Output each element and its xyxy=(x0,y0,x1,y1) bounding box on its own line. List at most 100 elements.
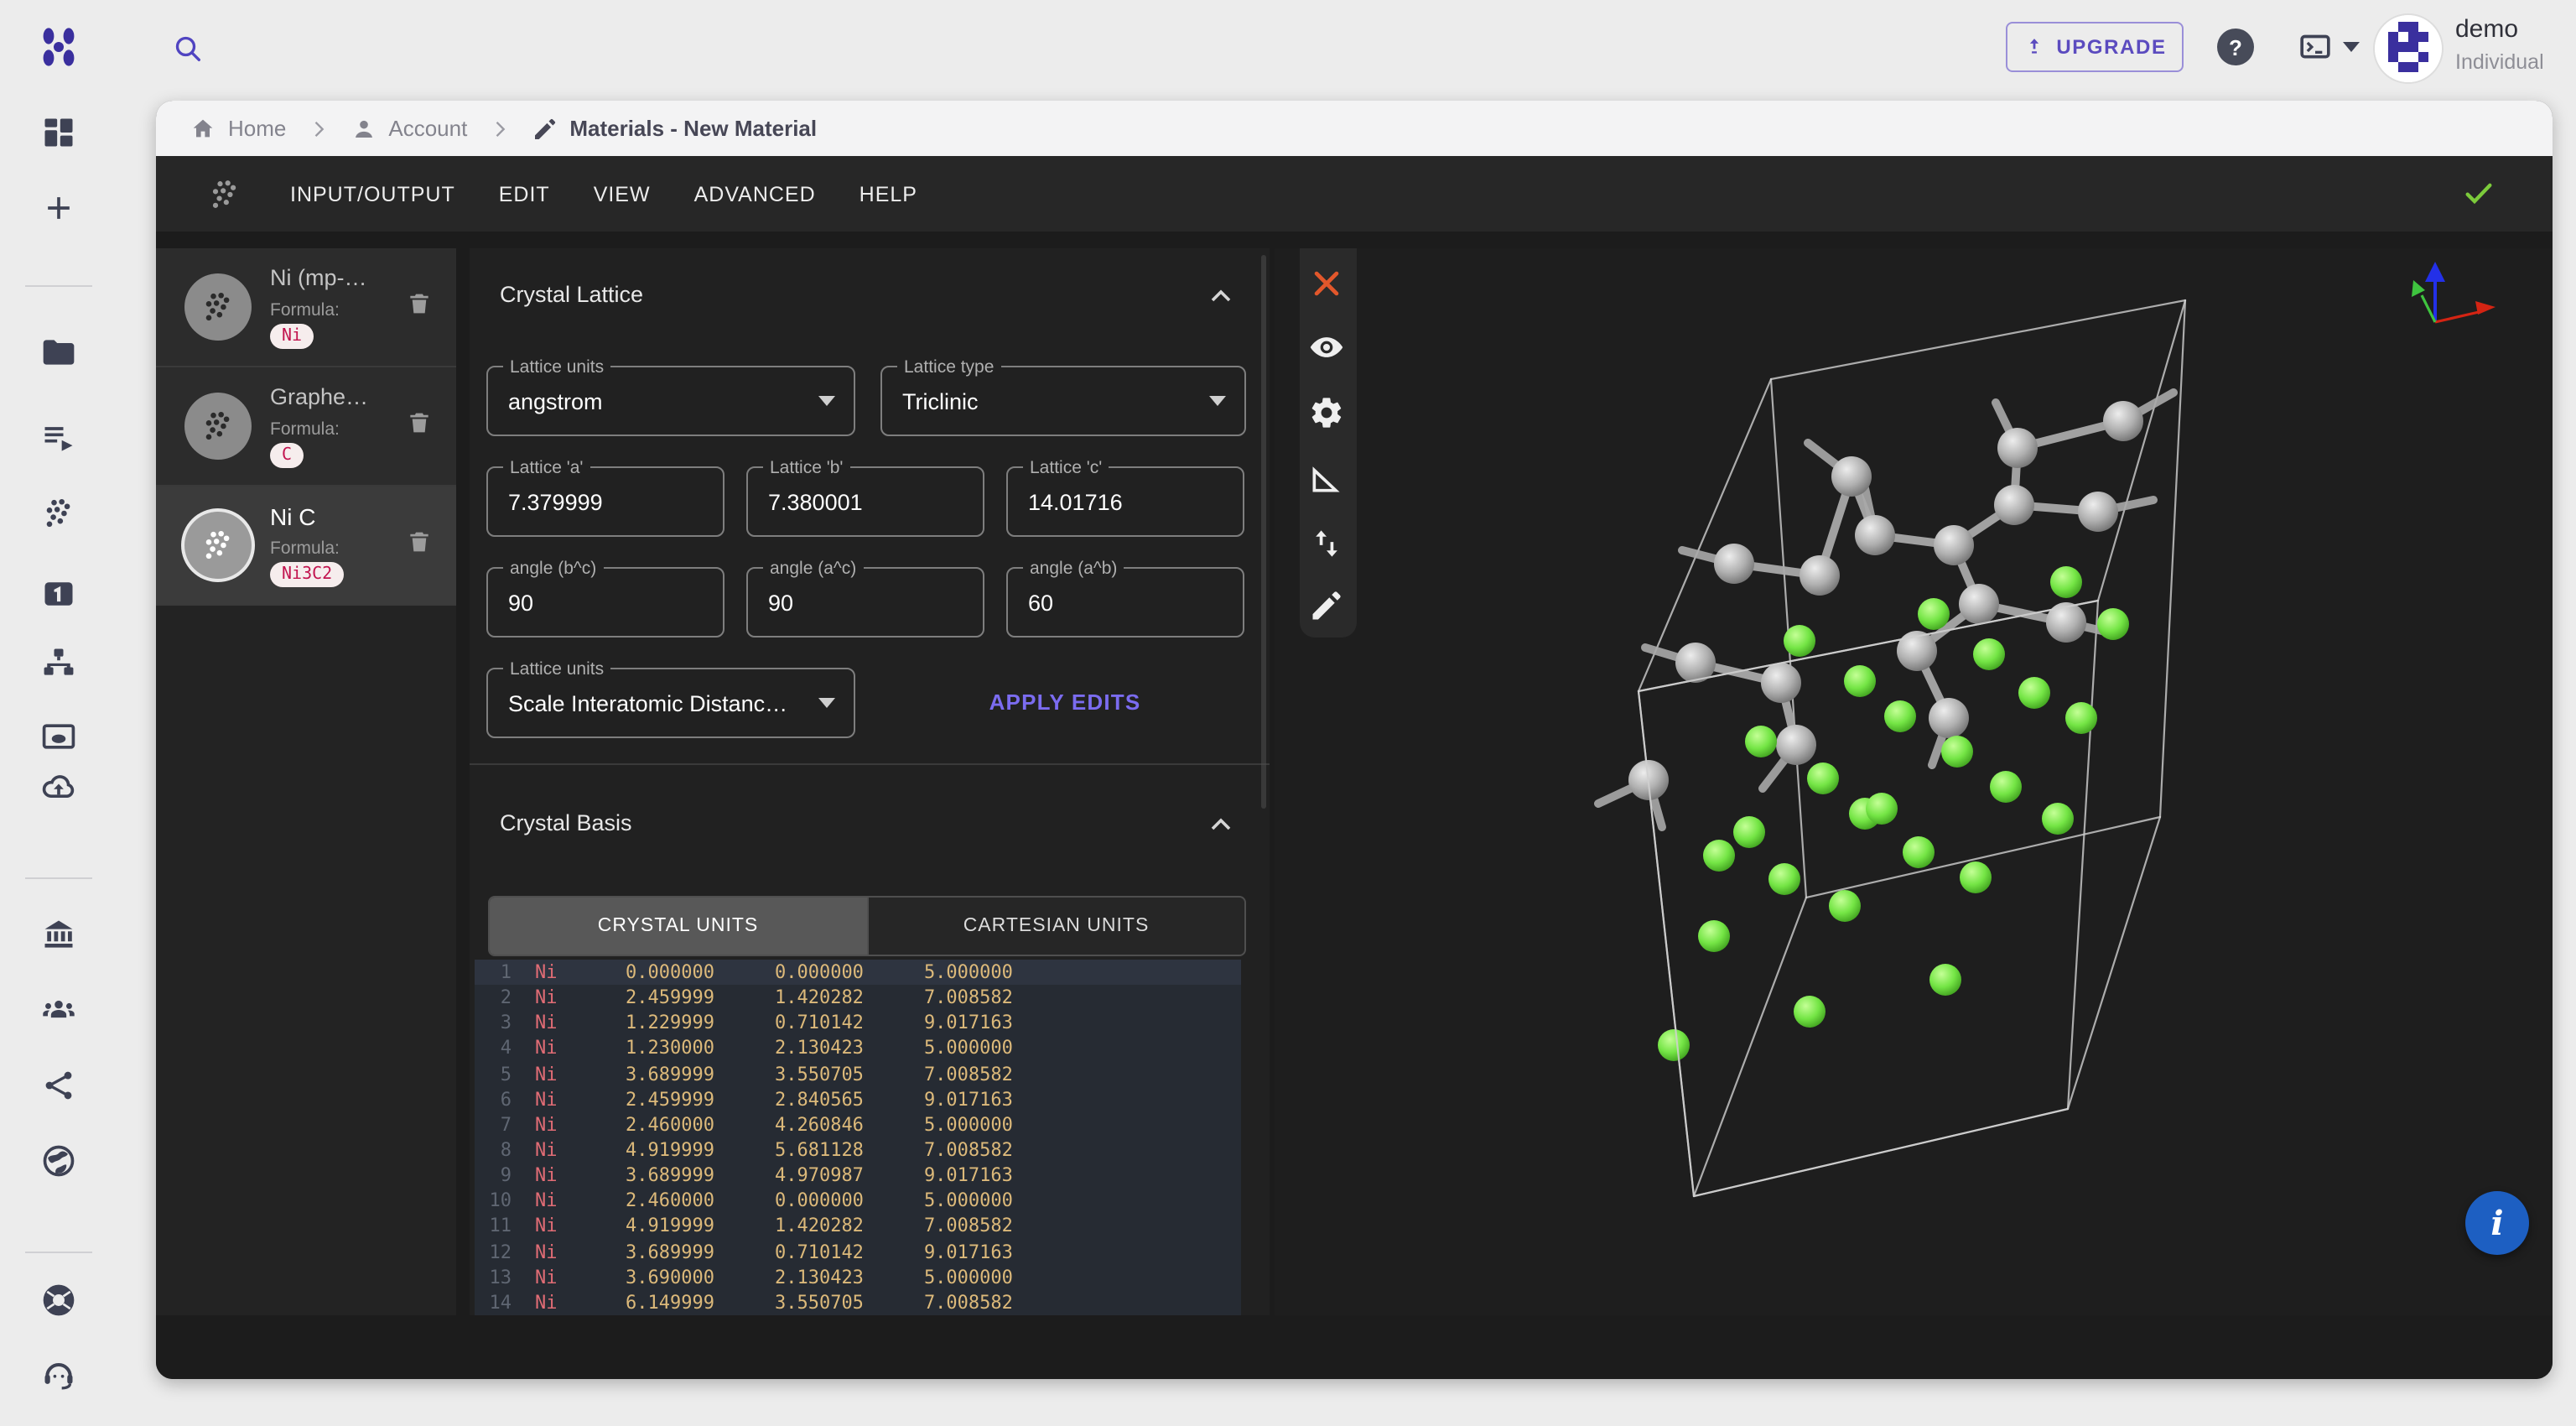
atom-carbon[interactable] xyxy=(2046,602,2086,643)
rail-item-add[interactable] xyxy=(40,190,77,226)
angle-bc-input[interactable]: angle (b^c) 90 xyxy=(486,567,724,638)
panel-scrollbar[interactable] xyxy=(1261,255,1266,809)
viewer-edit-button[interactable] xyxy=(1308,587,1348,627)
atom-carbon[interactable] xyxy=(2103,401,2143,441)
basis-coordinates-editor[interactable]: 1Ni0.0000000.0000005.0000002Ni2.4599991.… xyxy=(475,960,1241,1315)
app-logo-icon[interactable] xyxy=(35,23,82,70)
trash-icon[interactable] xyxy=(406,290,433,320)
basis-row[interactable]: 6Ni2.4599992.8405659.017163 xyxy=(475,1086,1241,1111)
rail-item-jobs[interactable] xyxy=(40,419,77,456)
scale-mode-select[interactable]: Lattice units Scale Interatomic Distanc… xyxy=(486,668,855,738)
lattice-a-input[interactable]: Lattice 'a' 7.379999 xyxy=(486,466,724,537)
basis-row[interactable]: 5Ni3.6899993.5507057.008582 xyxy=(475,1061,1241,1086)
lattice-type-select[interactable]: Lattice type Triclinic xyxy=(880,366,1246,436)
atom-carbon[interactable] xyxy=(1929,698,1969,738)
atom-carbon[interactable] xyxy=(2078,492,2118,532)
tab-crystal-units[interactable]: CRYSTAL UNITS xyxy=(490,898,866,955)
basis-row[interactable]: 12Ni3.6899990.7101429.017163 xyxy=(475,1239,1241,1264)
rail-item-counter-one[interactable] xyxy=(40,575,77,612)
basis-row[interactable]: 2Ni2.4599991.4202827.008582 xyxy=(475,985,1241,1010)
lattice-c-input[interactable]: Lattice 'c' 14.01716 xyxy=(1006,466,1244,537)
atom-nickel[interactable] xyxy=(1794,996,1826,1028)
search-icon[interactable] xyxy=(171,32,205,65)
rail-item-media[interactable] xyxy=(40,718,77,755)
basis-row[interactable]: 11Ni4.9199991.4202827.008582 xyxy=(475,1214,1241,1239)
basis-row[interactable]: 1Ni0.0000000.0000005.000000 xyxy=(475,960,1241,985)
atom-nickel[interactable] xyxy=(1918,598,1950,630)
atom-nickel[interactable] xyxy=(1745,726,1777,757)
atom-nickel[interactable] xyxy=(1960,861,1992,893)
atom-nickel[interactable] xyxy=(1658,1029,1690,1061)
atom-nickel[interactable] xyxy=(2042,803,2074,835)
atom-carbon[interactable] xyxy=(1831,456,1872,497)
basis-row[interactable]: 4Ni1.2300002.1304235.000000 xyxy=(475,1036,1241,1061)
rail-item-folder[interactable] xyxy=(40,334,77,371)
help-icon[interactable]: ? xyxy=(2217,29,2254,65)
viewer-visibility-button[interactable] xyxy=(1308,329,1348,369)
breadcrumb-item-account[interactable]: Account xyxy=(350,115,467,142)
viewer-close-button[interactable] xyxy=(1308,265,1348,305)
viewer-settings-button[interactable] xyxy=(1308,394,1348,435)
rail-item-cloud-upload[interactable] xyxy=(40,770,77,807)
angle-ab-input[interactable]: angle (a^b) 60 xyxy=(1006,567,1244,638)
menu-view[interactable]: VIEW xyxy=(594,182,651,206)
atom-nickel[interactable] xyxy=(1903,836,1935,868)
user-avatar[interactable] xyxy=(2373,13,2444,84)
breadcrumb-item-materials-new-material[interactable]: Materials - New Material xyxy=(531,115,817,142)
atom-nickel[interactable] xyxy=(1807,762,1839,794)
atom-carbon[interactable] xyxy=(1761,663,1801,703)
rail-item-dashboard[interactable] xyxy=(40,114,77,151)
menu-edit[interactable]: EDIT xyxy=(499,182,550,206)
basis-row[interactable]: 8Ni4.9199995.6811287.008582 xyxy=(475,1137,1241,1163)
basis-row[interactable]: 14Ni6.1499993.5507057.008582 xyxy=(475,1290,1241,1315)
menu-advanced[interactable]: ADVANCED xyxy=(694,182,816,206)
menu-input-output[interactable]: INPUT/OUTPUT xyxy=(290,182,455,206)
trash-icon[interactable] xyxy=(406,409,433,440)
rail-item-globe[interactable] xyxy=(40,1142,77,1179)
basis-row[interactable]: 7Ni2.4600004.2608465.000000 xyxy=(475,1112,1241,1137)
atom-nickel[interactable] xyxy=(2097,608,2129,640)
material-row[interactable]: Ni CFormula:Ni3C2 xyxy=(156,487,456,606)
atom-carbon[interactable] xyxy=(1994,485,2034,525)
viewer-swap-vert-button[interactable] xyxy=(1308,525,1348,565)
collapse-basis-icon[interactable] xyxy=(1209,815,1233,832)
basis-row[interactable]: 9Ni3.6899994.9709879.017163 xyxy=(475,1163,1241,1188)
material-row[interactable]: Graphe…Formula:C xyxy=(156,367,456,487)
atom-nickel[interactable] xyxy=(1941,736,1973,768)
atom-carbon[interactable] xyxy=(1997,428,2038,468)
basis-row[interactable]: 13Ni3.6900002.1304235.000000 xyxy=(475,1264,1241,1289)
atom-carbon[interactable] xyxy=(1959,584,1999,624)
atom-carbon[interactable] xyxy=(1855,515,1895,555)
rail-item-share[interactable] xyxy=(40,1067,77,1104)
crystal-scene[interactable] xyxy=(1275,248,2553,1315)
collapse-lattice-icon[interactable] xyxy=(1209,287,1233,304)
rail-item-team[interactable] xyxy=(40,991,77,1028)
terminal-icon[interactable] xyxy=(2293,30,2338,64)
atom-carbon[interactable] xyxy=(1800,555,1840,596)
atom-carbon[interactable] xyxy=(1714,544,1754,584)
atom-nickel[interactable] xyxy=(1829,890,1861,922)
atom-nickel[interactable] xyxy=(1844,665,1876,697)
apply-edits-button[interactable]: APPLY EDITS xyxy=(964,668,1166,735)
upgrade-button[interactable]: UPGRADE xyxy=(2006,22,2184,72)
terminal-caret-icon[interactable] xyxy=(2343,42,2360,52)
rail-item-lifebuoy[interactable] xyxy=(40,1282,77,1319)
rail-item-headset[interactable] xyxy=(40,1356,77,1392)
atom-nickel[interactable] xyxy=(1703,840,1735,872)
atom-nickel[interactable] xyxy=(1784,625,1815,657)
info-button[interactable]: i xyxy=(2465,1191,2529,1255)
lattice-b-input[interactable]: Lattice 'b' 7.380001 xyxy=(746,466,984,537)
basis-row[interactable]: 3Ni1.2299990.7101429.017163 xyxy=(475,1011,1241,1036)
structure-viewer[interactable]: i xyxy=(1275,248,2553,1315)
atom-nickel[interactable] xyxy=(1733,816,1765,848)
atom-nickel[interactable] xyxy=(2065,702,2097,734)
atom-nickel[interactable] xyxy=(1990,771,2022,803)
basis-row[interactable]: 10Ni2.4600000.0000005.000000 xyxy=(475,1189,1241,1214)
lattice-units-select[interactable]: Lattice units angstrom xyxy=(486,366,855,436)
atom-nickel[interactable] xyxy=(1884,700,1916,732)
breadcrumb-item-home[interactable]: Home xyxy=(190,115,286,142)
menu-help[interactable]: HELP xyxy=(860,182,917,206)
atom-nickel[interactable] xyxy=(1929,964,1961,996)
viewer-measure-button[interactable] xyxy=(1308,460,1348,500)
atom-nickel[interactable] xyxy=(1973,638,2005,670)
